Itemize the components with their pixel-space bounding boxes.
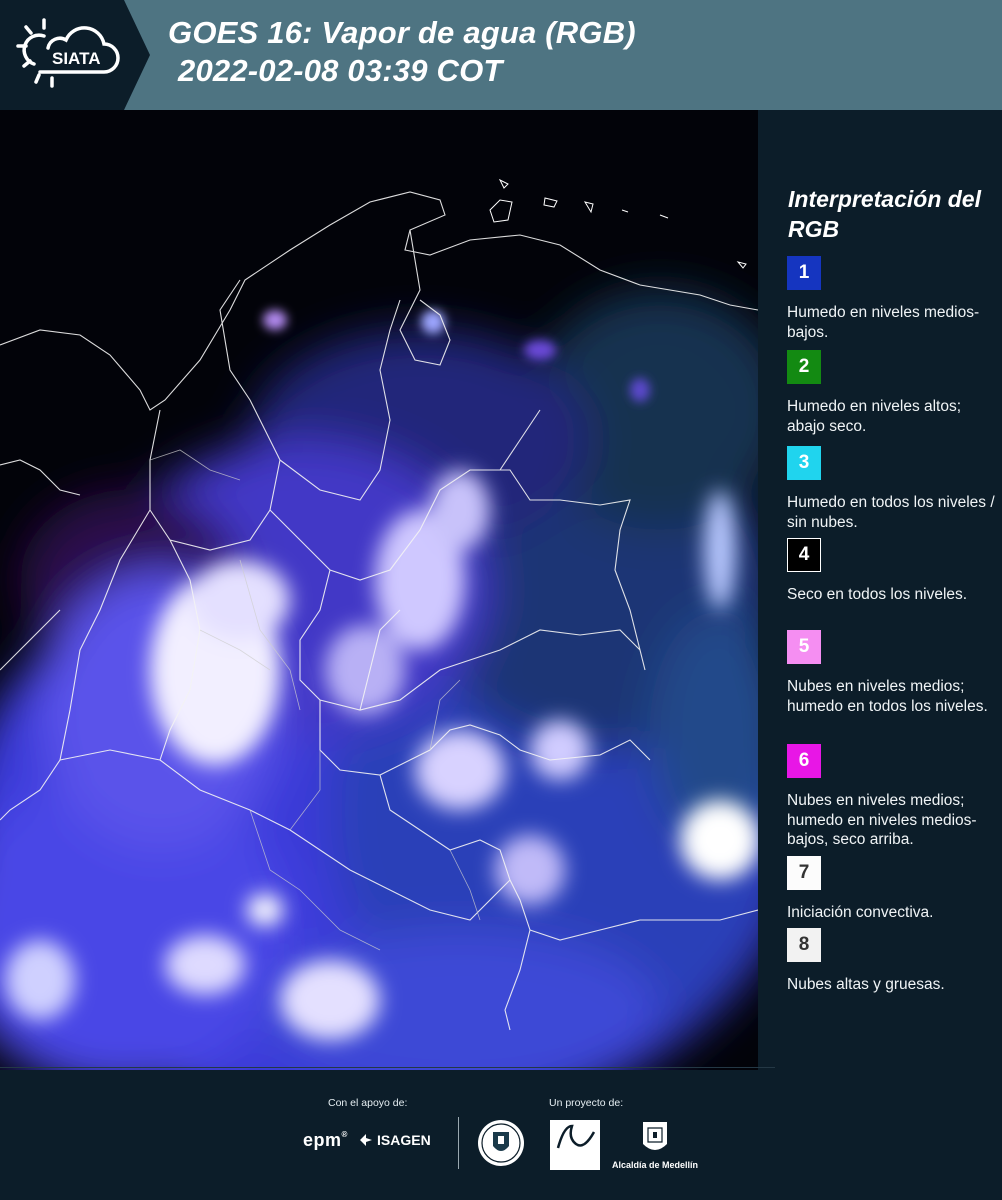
legend-item-4: 4 Seco en todos los niveles. — [787, 538, 997, 605]
legend-item-7: 7 Iniciación convectiva. — [787, 856, 997, 923]
legend-item-5: 5 Nubes en niveles medios; humedo en tod… — [787, 630, 997, 716]
legend-swatch: 8 — [787, 928, 821, 962]
footer-divider-line — [0, 1067, 775, 1068]
epm-logo-text: epm — [303, 1130, 342, 1150]
footer: Con el apoyo de: Un proyecto de: epm® IS… — [0, 1067, 1002, 1200]
area-metropolitana-mark-icon — [556, 1124, 596, 1149]
legend-item-6: 6 Nubes en niveles medios; humedo en niv… — [787, 744, 997, 850]
isagen-mark-icon — [360, 1134, 372, 1146]
legend-swatch: 1 — [787, 256, 821, 290]
legend-number: 1 — [798, 262, 810, 283]
university-seal-icon — [478, 1120, 524, 1166]
legend-swatch: 7 — [787, 856, 821, 890]
legend-title: Interpretación del RGB — [788, 186, 981, 242]
legend-label: Seco en todos los niveles. — [787, 586, 968, 603]
legend-label: Iniciación convectiva. — [787, 904, 934, 921]
project-caption: Un proyecto de: — [549, 1097, 624, 1109]
legend-item-8: 8 Nubes altas y gruesas. — [787, 928, 997, 995]
legend-label: Humedo en niveles altos; abajo seco. — [787, 398, 962, 435]
siata-logo-text: SIATA — [52, 49, 100, 68]
legend-swatch: 5 — [787, 630, 821, 664]
area-metropolitana-logo — [550, 1120, 600, 1170]
satellite-image — [0, 110, 758, 1070]
support-caption: Con el apoyo de: — [328, 1097, 408, 1109]
alcaldia-shield-icon — [643, 1122, 667, 1150]
legend-number: 6 — [798, 750, 810, 771]
legend-number: 8 — [798, 934, 810, 955]
legend-number: 7 — [798, 862, 810, 883]
legend-label: Nubes en niveles medios; humedo en todos… — [787, 678, 988, 715]
legend-label: Nubes altas y gruesas. — [787, 976, 945, 993]
legend-swatch: 2 — [787, 350, 821, 384]
epm-logo: epm® — [303, 1130, 348, 1150]
legend-label: Humedo en niveles medios-bajos. — [787, 304, 980, 341]
legend-swatch: 6 — [787, 744, 821, 778]
legend-number: 5 — [798, 636, 810, 657]
legend-swatch: 4 — [787, 538, 821, 572]
siata-logo-panel: SIATA — [0, 0, 150, 110]
legend-number: 3 — [798, 452, 810, 473]
footer-vertical-divider — [458, 1117, 459, 1169]
legend-number: 2 — [798, 356, 810, 377]
legend-item-3: 3 Humedo en todos los niveles / sin nube… — [787, 446, 997, 532]
legend-item-2: 2 Humedo en niveles altos; abajo seco. — [787, 350, 997, 436]
header: SIATA GOES 16: Vapor de agua (RGB) 2022-… — [0, 0, 1002, 110]
legend-swatch: 3 — [787, 446, 821, 480]
alcaldia-label: Alcaldía de Medellín — [612, 1160, 699, 1170]
legend-item-1: 1 Humedo en niveles medios-bajos. — [787, 256, 997, 342]
legend-label: Nubes en niveles medios; humedo en nivel… — [787, 792, 977, 848]
page-timestamp: 2022-02-08 03:39 COT — [178, 53, 503, 88]
isagen-logo-text: ISAGEN — [377, 1132, 431, 1148]
legend-label: Humedo en todos los niveles / sin nubes. — [787, 494, 995, 531]
rgb-legend: Interpretación del RGB 1 Humedo en nivel… — [760, 110, 1002, 1070]
water-vapor-rgb-map — [0, 110, 758, 1070]
page-title: GOES 16: Vapor de agua (RGB) — [168, 15, 636, 50]
siata-sun-cloud-icon: SIATA — [16, 18, 120, 88]
legend-number: 4 — [798, 544, 810, 565]
isagen-logo: ISAGEN — [358, 1132, 431, 1148]
